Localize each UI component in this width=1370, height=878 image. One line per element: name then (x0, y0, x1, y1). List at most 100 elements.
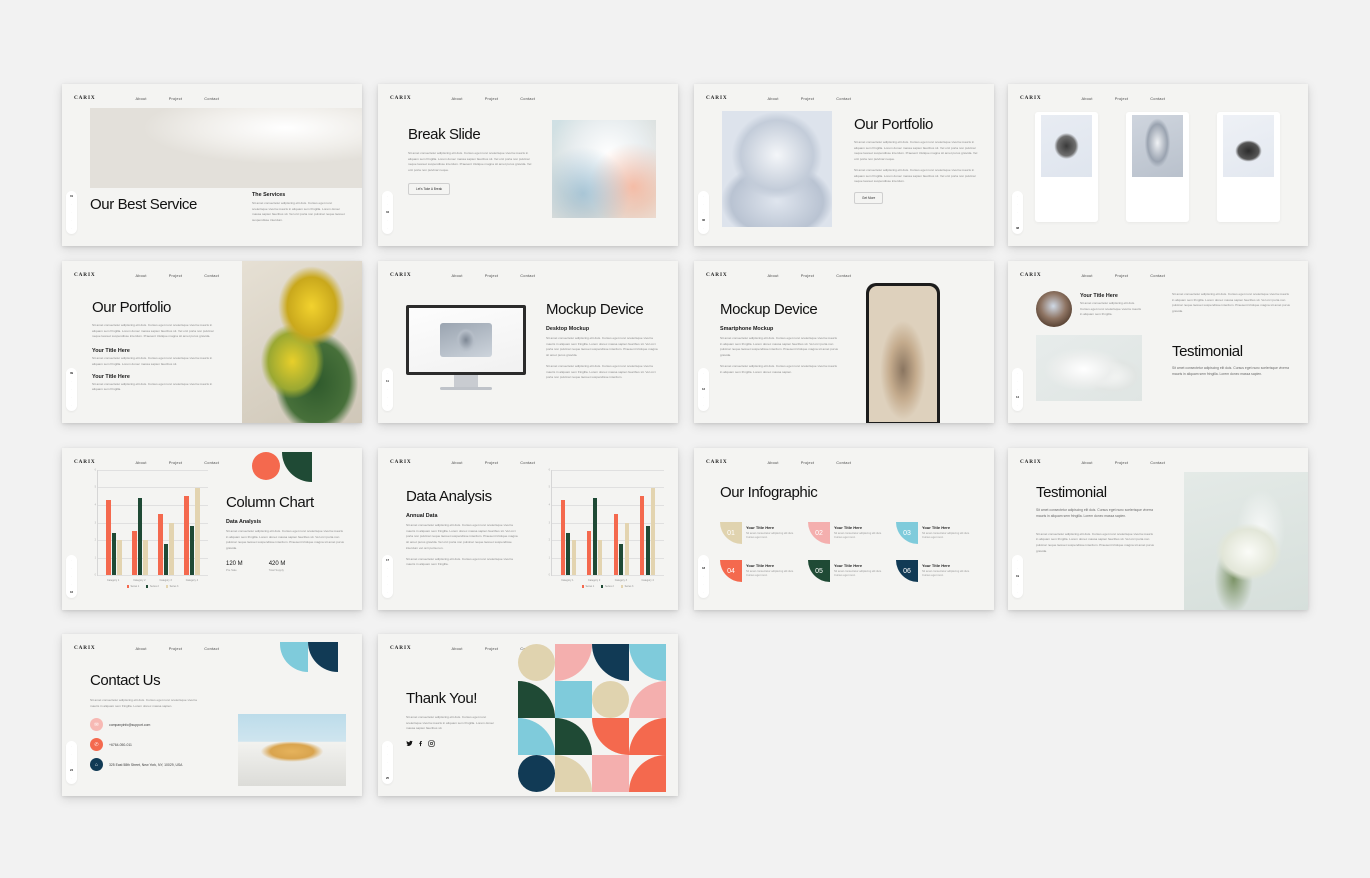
rail-dot[interactable]: · (384, 744, 391, 749)
nav-item-project[interactable]: Project (801, 273, 815, 278)
chart-legend-item[interactable]: Series 1 (581, 585, 594, 588)
nav-item-about[interactable]: About (136, 273, 147, 278)
rail-dot[interactable]: · (1014, 210, 1021, 215)
take-break-button[interactable]: Let's Take A Break (408, 182, 451, 195)
nav-item-contact[interactable]: Contact (836, 460, 851, 465)
rail-dot[interactable]: · (68, 744, 75, 749)
nav-item-contact[interactable]: Contact (520, 273, 535, 278)
rail-dot[interactable]: · (384, 768, 391, 773)
nav-item-about[interactable]: About (136, 460, 147, 465)
page-rail[interactable]: 09 · · · · (66, 368, 77, 411)
rail-dot[interactable]: · (700, 395, 707, 400)
nav-item-about[interactable]: About (768, 273, 779, 278)
nav-item-about[interactable]: About (1082, 96, 1093, 101)
rail-dot[interactable]: · (68, 776, 75, 781)
slide-contact-us[interactable]: CARIX About Project Contact Contact Us S… (62, 634, 362, 796)
brand-logo[interactable]: CARIX (390, 95, 412, 101)
slide-our-portfolio-bust[interactable]: CARIX About Project Contact Our Portfoli… (694, 84, 994, 246)
page-rail[interactable]: · 18 · · · (698, 555, 709, 598)
infographic-item[interactable]: 01 Your Title Here Sit amet consectetur ad… (720, 522, 794, 544)
rail-dot[interactable]: · (384, 752, 391, 757)
rail-dot[interactable]: · (68, 752, 75, 757)
nav-item-about[interactable]: About (452, 646, 463, 651)
rail-dot[interactable]: · (700, 379, 707, 384)
twitter-icon[interactable] (406, 740, 413, 749)
rail-dot[interactable]: · (700, 558, 707, 563)
rail-dot[interactable]: · (384, 566, 391, 571)
nav-item-contact[interactable]: Contact (204, 96, 219, 101)
brand-logo[interactable]: CARIX (706, 459, 728, 465)
nav-item-project[interactable]: Project (801, 460, 815, 465)
nav-item-project[interactable]: Project (1115, 96, 1129, 101)
rail-page-current[interactable]: 17 (384, 558, 391, 563)
slide-our-best-service[interactable]: CARIX About Project Contact Our Best Ser… (62, 84, 362, 246)
portfolio-card[interactable]: Portfolio 002 Sit amet consectetur adipi… (1126, 112, 1189, 222)
rail-dot[interactable]: · (68, 403, 75, 408)
page-rail[interactable]: 17 · · · · (382, 555, 393, 598)
rail-dot[interactable]: · (700, 194, 707, 199)
infographic-item[interactable]: 02 Your Title Here Sit amet consectetur ad… (808, 522, 882, 544)
rail-dot[interactable]: · (1014, 403, 1021, 408)
slide-thank-you[interactable]: CARIX About Project Contact Thank You! S… (378, 634, 678, 796)
rail-dot[interactable]: · (384, 395, 391, 400)
rail-dot[interactable]: · (68, 760, 75, 765)
nav-item-project[interactable]: Project (485, 646, 499, 651)
rail-dot[interactable]: · (384, 582, 391, 587)
rail-page-current[interactable]: 08 (1014, 226, 1021, 231)
rail-dot[interactable]: · (1014, 566, 1021, 571)
slide-our-infographic[interactable]: CARIX About Project Contact Our Infograp… (694, 448, 994, 610)
rail-page-current[interactable]: 06 (700, 218, 707, 223)
page-rail[interactable]: · · · 06 · (698, 191, 709, 234)
rail-dot[interactable]: · (68, 395, 75, 400)
rail-dot[interactable]: · (700, 403, 707, 408)
contact-row[interactable]: ⌂ 325 East 58th Street, New York, NY, 100… (90, 758, 235, 771)
rail-dot[interactable]: · (1014, 582, 1021, 587)
page-rail[interactable]: · · · · 25 (382, 741, 393, 784)
chart-legend-item[interactable]: Series 3 (620, 585, 633, 588)
rail-dot[interactable]: · (384, 760, 391, 765)
portfolio-card[interactable]: Portfolio 001 Sit amet consectetur adipi… (1035, 112, 1098, 222)
slide-portfolio-cards[interactable]: CARIX About Project Contact Portfolio 00… (1008, 84, 1308, 246)
nav-item-about[interactable]: About (768, 460, 779, 465)
page-rail[interactable]: · 11 · · · (382, 368, 393, 411)
nav-item-project[interactable]: Project (169, 460, 183, 465)
nav-item-contact[interactable]: Contact (204, 646, 219, 651)
slide-testimonial-lily[interactable]: CARIX About Project Contact Testimonial … (1008, 448, 1308, 610)
page-rail[interactable]: · · · · 08 (1012, 191, 1023, 234)
rail-dot[interactable]: · (700, 202, 707, 207)
instagram-icon[interactable] (428, 740, 435, 749)
nav-item-contact[interactable]: Contact (204, 273, 219, 278)
nav-item-about[interactable]: About (452, 273, 463, 278)
nav-item-about[interactable]: About (1082, 273, 1093, 278)
nav-item-about[interactable]: About (136, 96, 147, 101)
slide-data-analysis[interactable]: CARIX About Project Contact Data Analysi… (378, 448, 678, 610)
nav-item-about[interactable]: About (452, 460, 463, 465)
page-rail[interactable]: · · 12 · · (698, 368, 709, 411)
rail-dot[interactable]: · (384, 371, 391, 376)
rail-dot[interactable]: · (1014, 387, 1021, 392)
rail-page-current[interactable]: 11 (384, 379, 391, 384)
contact-row[interactable]: ✉ companyinfo@support.com (90, 718, 235, 731)
slide-testimonial-avatar[interactable]: CARIX About Project Contact Your Title H… (1008, 261, 1308, 423)
rail-dot[interactable]: · (68, 582, 75, 587)
nav-item-project[interactable]: Project (169, 646, 183, 651)
page-rail[interactable]: · · 04 · · (382, 191, 393, 234)
page-rail[interactable]: · · 19 · · (1012, 555, 1023, 598)
nav-item-contact[interactable]: Contact (520, 460, 535, 465)
rail-page-current[interactable]: 18 (700, 566, 707, 571)
nav-item-about[interactable]: About (452, 96, 463, 101)
nav-item-contact[interactable]: Contact (520, 96, 535, 101)
page-rail[interactable]: · · · 14 · (1012, 368, 1023, 411)
brand-logo[interactable]: CARIX (706, 272, 728, 278)
brand-logo[interactable]: CARIX (390, 459, 412, 465)
brand-logo[interactable]: CARIX (74, 459, 96, 465)
brand-logo[interactable]: CARIX (390, 272, 412, 278)
brand-logo[interactable]: CARIX (74, 645, 96, 651)
rail-dot[interactable]: · (1014, 590, 1021, 595)
chart-legend-item[interactable]: Series 3 (165, 585, 178, 588)
chart-legend-item[interactable]: Series 1 (126, 585, 139, 588)
rail-dot[interactable]: · (1014, 379, 1021, 384)
rail-dot[interactable]: · (1014, 218, 1021, 223)
slide-mockup-smartphone[interactable]: CARIX About Project Contact Mockup Devic… (694, 261, 994, 423)
get-more-button[interactable]: Get More (854, 192, 884, 205)
